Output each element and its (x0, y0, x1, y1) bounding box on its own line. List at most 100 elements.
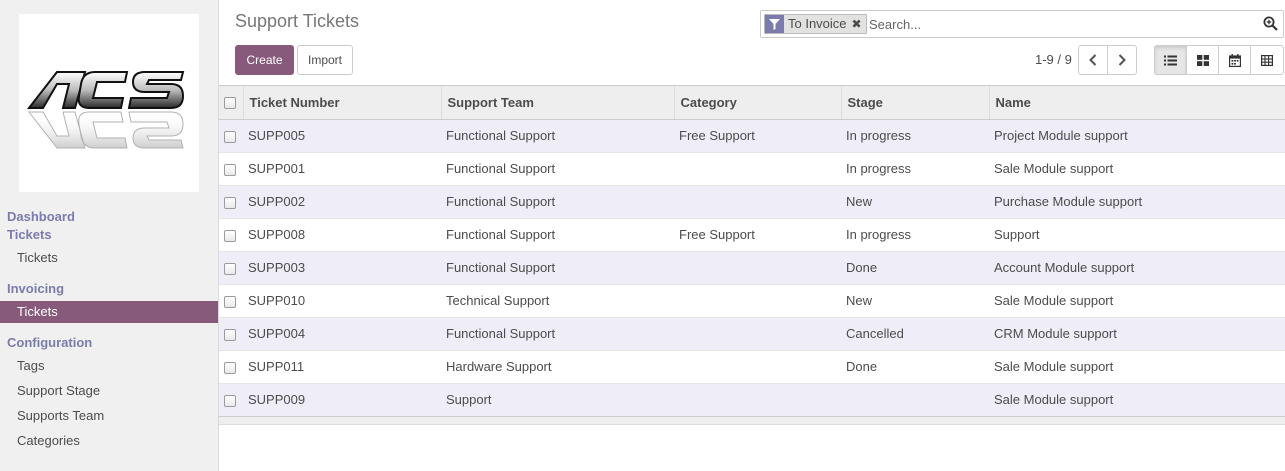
table-row[interactable]: SUPP008 Functional Support Free Support … (219, 218, 1285, 252)
name-cell: Sale Module support (989, 284, 1285, 318)
row-checkbox[interactable] (224, 394, 236, 407)
search-bar: To Invoice ✖ (760, 10, 1284, 38)
stage-cell: Done (841, 350, 989, 384)
support-team-cell: Functional Support (441, 251, 674, 285)
row-select-cell (219, 251, 243, 285)
category-cell (674, 350, 841, 384)
facet-label-text: To Invoice (788, 16, 847, 31)
support-team-cell: Functional Support (441, 152, 674, 186)
name-cell: Sale Module support (989, 350, 1285, 384)
stage-cell (841, 383, 989, 417)
search-facet[interactable]: To Invoice ✖ (764, 14, 867, 34)
sidebar-item-invoicing-tickets[interactable]: Tickets (0, 301, 218, 323)
column-header-category[interactable]: Category (674, 86, 842, 120)
kanban-view-button[interactable] (1186, 45, 1219, 75)
chevron-right-icon (1118, 54, 1126, 66)
column-header-name[interactable]: Name (989, 86, 1285, 120)
pivot-view-icon (1261, 54, 1273, 66)
name-cell: Account Module support (989, 251, 1285, 285)
column-header-support-team[interactable]: Support Team (441, 86, 675, 120)
sidebar: Dashboard Tickets Tickets Invoicing Tick… (0, 0, 219, 471)
stage-cell: In progress (841, 152, 989, 186)
pager-previous-button[interactable] (1078, 45, 1108, 75)
calendar-view-button[interactable] (1218, 45, 1251, 75)
sidebar-item-supports-team[interactable]: Supports Team (0, 405, 218, 427)
row-checkbox[interactable] (224, 196, 236, 209)
row-checkbox[interactable] (224, 295, 236, 308)
row-checkbox[interactable] (224, 163, 236, 176)
row-checkbox[interactable] (224, 262, 236, 275)
calendar-view-icon (1228, 53, 1241, 67)
row-select-cell (219, 119, 243, 153)
menu-section-tickets[interactable]: Tickets (7, 227, 52, 242)
pager-value[interactable]: 1-9 / 9 (1035, 52, 1072, 67)
ticket-number-cell: SUPP008 (243, 218, 441, 252)
stage-cell: New (841, 185, 989, 219)
row-select-cell (219, 317, 243, 351)
category-cell: Free Support (674, 119, 841, 153)
ticket-number-cell: SUPP011 (243, 350, 441, 384)
sidebar-item-tickets[interactable]: Tickets (0, 247, 218, 269)
pivot-view-button[interactable] (1250, 45, 1284, 75)
list-view-button[interactable] (1154, 45, 1187, 75)
list-view: Ticket Number Support Team Category Stag… (219, 85, 1285, 418)
row-select-cell (219, 185, 243, 219)
row-checkbox[interactable] (224, 229, 236, 242)
name-cell: Support (989, 218, 1285, 252)
category-cell (674, 152, 841, 186)
kanban-view-icon (1196, 54, 1209, 66)
name-cell: Purchase Module support (989, 185, 1285, 219)
stage-cell: In progress (841, 218, 989, 252)
row-checkbox[interactable] (224, 361, 236, 374)
row-checkbox[interactable] (224, 130, 236, 143)
support-team-cell: Functional Support (441, 119, 674, 153)
select-all-checkbox[interactable] (224, 97, 236, 110)
name-cell: CRM Module support (989, 317, 1285, 351)
pager-next-button[interactable] (1107, 45, 1137, 75)
support-team-cell: Functional Support (441, 317, 674, 351)
column-header-stage[interactable]: Stage (841, 86, 990, 120)
ticket-number-cell: SUPP003 (243, 251, 441, 285)
category-cell: Free Support (674, 218, 841, 252)
import-button[interactable]: Import (297, 45, 353, 75)
filter-icon (765, 15, 784, 33)
column-header-ticket-number[interactable]: Ticket Number (243, 86, 442, 120)
tickets-table: Ticket Number Support Team Category Stag… (219, 86, 1285, 417)
table-row[interactable]: SUPP005 Functional Support Free Support … (219, 119, 1285, 153)
table-row[interactable]: SUPP011 Hardware Support Done Sale Modul… (219, 350, 1285, 384)
support-team-cell: Technical Support (441, 284, 674, 318)
company-logo (19, 14, 199, 192)
create-button[interactable]: Create (235, 45, 294, 75)
row-checkbox[interactable] (224, 328, 236, 341)
facet-remove-icon[interactable]: ✖ (852, 15, 862, 33)
table-row[interactable]: SUPP004 Functional Support Cancelled CRM… (219, 317, 1285, 351)
support-team-cell: Support (441, 383, 674, 417)
table-row[interactable]: SUPP001 Functional Support In progress S… (219, 152, 1285, 186)
ticket-number-cell: SUPP009 (243, 383, 441, 417)
menu-section-dashboard[interactable]: Dashboard (7, 209, 75, 224)
search-icon[interactable] (1263, 16, 1278, 34)
stage-cell: New (841, 284, 989, 318)
category-cell (674, 317, 841, 351)
app: Dashboard Tickets Tickets Invoicing Tick… (0, 0, 1285, 471)
menu-section-invoicing[interactable]: Invoicing (7, 281, 64, 296)
menu-section-configuration[interactable]: Configuration (7, 335, 92, 350)
table-header-row: Ticket Number Support Team Category Stag… (219, 86, 1285, 120)
sidebar-item-categories[interactable]: Categories (0, 430, 218, 452)
chevron-left-icon (1089, 54, 1097, 66)
sidebar-item-tags[interactable]: Tags (0, 355, 218, 377)
row-select-cell (219, 284, 243, 318)
table-row[interactable]: SUPP009 Support Sale Module support (219, 383, 1285, 417)
name-cell: Project Module support (989, 119, 1285, 153)
category-cell (674, 284, 841, 318)
table-row[interactable]: SUPP002 Functional Support New Purchase … (219, 185, 1285, 219)
ticket-number-cell: SUPP002 (243, 185, 441, 219)
table-row[interactable]: SUPP003 Functional Support Done Account … (219, 251, 1285, 285)
facet-value: To Invoice ✖ (784, 15, 866, 33)
sidebar-item-support-stage[interactable]: Support Stage (0, 380, 218, 402)
ticket-number-cell: SUPP004 (243, 317, 441, 351)
ticket-number-cell: SUPP001 (243, 152, 441, 186)
search-input[interactable] (869, 14, 1249, 34)
table-row[interactable]: SUPP010 Technical Support New Sale Modul… (219, 284, 1285, 318)
select-all-cell (219, 86, 244, 120)
